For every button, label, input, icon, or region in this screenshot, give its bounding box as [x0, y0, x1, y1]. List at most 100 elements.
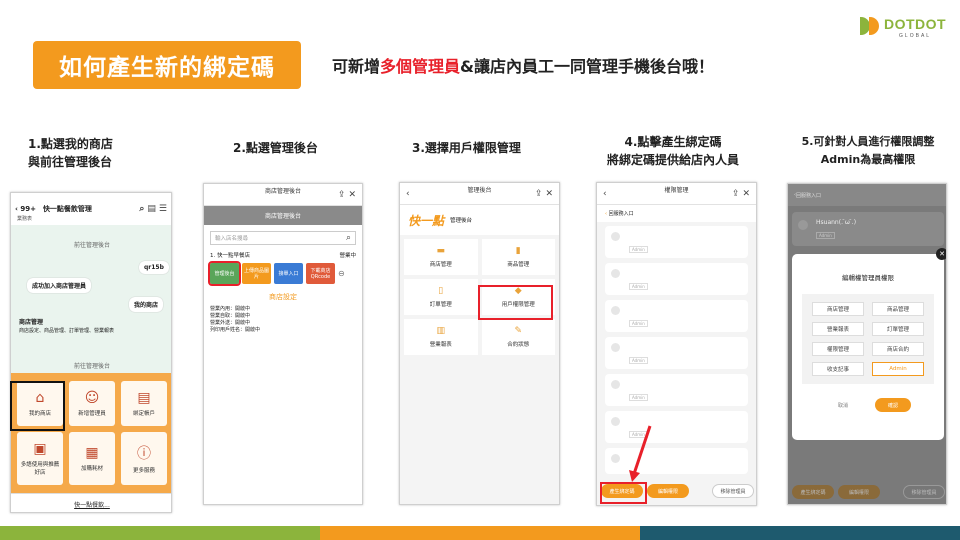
info-line: 列印用戶姓名：開啟中	[210, 327, 261, 333]
upload-image-button[interactable]: 上傳商品圖片	[242, 263, 271, 284]
store-actions: 管理後台 上傳商品圖片 接單入口 下載商店QRcode ⊖	[204, 259, 362, 288]
product-manage-icon: ▮	[515, 246, 521, 256]
logo-word: DOTDOT	[884, 15, 947, 32]
multi-lang-icon: ▣	[33, 441, 47, 457]
dialog-title: 編輯權管理員權限	[842, 274, 894, 282]
avatar	[611, 454, 620, 463]
store-manage-item[interactable]: ▬ 商店管理	[404, 239, 478, 275]
perm-accounting[interactable]: 收支記事	[812, 362, 864, 376]
brand-row: 快一點 管理後台	[400, 205, 559, 235]
step-5-label: 5.可針對人員進行權限調整 Admin為最高權限	[786, 133, 950, 169]
perm-store[interactable]: 商店管理	[812, 302, 864, 316]
go-admin-link-1[interactable]: 前往管理後台	[11, 240, 171, 249]
perm-permission[interactable]: 權限管理	[812, 342, 864, 356]
search-icon[interactable]: ⌕	[139, 204, 144, 214]
footer-bar-orange	[320, 526, 640, 540]
menu-label: 加購耗材	[80, 466, 103, 472]
admin-card[interactable]: Admin	[605, 300, 748, 332]
menu-icon[interactable]: ☰	[159, 204, 167, 214]
share-close-icon[interactable]: ⇪ ✕	[535, 189, 553, 199]
p4-topbar: ‹ 權限管理 ⇪ ✕	[597, 183, 756, 205]
confirm-button[interactable]: 確認	[875, 398, 911, 412]
unread-count: 99+	[20, 205, 36, 213]
go-admin-link-2[interactable]: 前往管理後台	[11, 361, 171, 370]
share-close-icon[interactable]: ⇪ ✕	[732, 189, 750, 199]
menu-join-material[interactable]: ▦ 加購耗材	[69, 432, 115, 485]
edit-permission-button[interactable]: 編輯權限	[838, 485, 880, 499]
phone-screen-admin-menu: ‹ 管理後台 ⇪ ✕ 快一點 管理後台 ▬ 商店管理 ▮ 商品管理 ▯ 訂單管理 ◆ 用…	[399, 182, 560, 505]
menu-label: 更多服務	[132, 468, 155, 474]
phone-screen-store-admin: 商店管理後台 ⇪ ✕ 商店管理後台 輸入店名搜尋 ⌕ 1. 快一點早餐店 營業中 管…	[203, 183, 363, 505]
item-label: 營業報表	[429, 342, 452, 348]
store-row: 1. 快一點早餐店 營業中	[204, 251, 362, 259]
close-icon[interactable]: ✕	[936, 248, 946, 260]
permission-grid: 商店管理 商品管理 營業報表 訂單管理 權限管理 商店合約 收支記事 Admin	[802, 294, 934, 384]
search-input[interactable]: 輸入店名搜尋 ⌕	[210, 231, 356, 245]
p2-gray-header: 商店管理後台	[204, 206, 362, 225]
menu-bind-account[interactable]: ▤ 綁定帳戶	[121, 381, 167, 426]
download-qr-button[interactable]: 下載商店QRcode	[306, 263, 335, 284]
avatar	[611, 269, 620, 278]
join-material-icon: ▦	[85, 445, 99, 461]
back-button[interactable]: ‹ 99+	[15, 205, 36, 213]
contract-status-item[interactable]: ✎ 合約狀態	[481, 319, 555, 355]
step-1-label: 1.點選我的商店 與前往管理後台	[28, 135, 113, 171]
menu-add-admin[interactable]: ☺ 新增管理員	[69, 381, 115, 426]
avatar	[611, 380, 620, 389]
remove-admin-button[interactable]: 移除管理員	[712, 484, 754, 498]
share-close-icon[interactable]: ⇪ ✕	[338, 190, 356, 200]
admin-card[interactable]: Admin	[605, 337, 748, 369]
info-line: 營業自取：開啟中	[210, 313, 251, 319]
bubble-join: 成功加入商店管理員	[27, 278, 92, 293]
admin-card[interactable]: Admin	[605, 374, 748, 406]
perm-contract[interactable]: 商店合約	[872, 342, 924, 356]
back-service-link[interactable]: ‹ 回服務入口	[788, 184, 946, 206]
perm-report[interactable]: 營業報表	[812, 322, 864, 336]
remove-admin-button[interactable]: 移除管理員	[903, 485, 945, 499]
p5-action-bar: 產生綁定碼 編輯權限 移除管理員	[792, 485, 945, 499]
perm-order[interactable]: 訂單管理	[872, 322, 924, 336]
back-service-link[interactable]: ‹ 回服務入口	[597, 205, 756, 222]
admin-card[interactable]: Admin	[605, 263, 748, 295]
order-manage-item[interactable]: ▯ 訂單管理	[404, 279, 478, 315]
add-admin-icon: ☺	[84, 390, 100, 406]
order-entry-button[interactable]: 接單入口	[274, 263, 303, 284]
manager-title: 商店管理	[19, 319, 44, 326]
slide: 如何產生新的綁定碼 可新增多個管理員&讓店內員工一同管理手機後台哦！ DOTDO…	[0, 0, 960, 540]
admin-backend-button[interactable]: 管理後台	[208, 261, 241, 286]
avatar	[798, 220, 808, 230]
generate-code-button[interactable]: 產生綁定碼	[792, 485, 834, 499]
avatar	[611, 232, 620, 241]
sales-report-item[interactable]: ▥ 營業報表	[404, 319, 478, 355]
store-status: 營業中	[339, 253, 356, 259]
bottom-label: 快一點餐飲...	[74, 501, 110, 509]
store-manage-icon: ▬	[436, 246, 445, 256]
page-title: 如何產生新的綁定碼	[33, 41, 301, 89]
brand-sub: 管理後台	[450, 218, 473, 224]
step-4-label: 4.點擊產生綁定碼將綁定碼提供給店內人員	[592, 133, 754, 169]
step-4-line2: 將綁定碼提供給店內人員	[606, 153, 739, 167]
store-info: 營業內用：開啟中 營業自取：開啟中 營業外送：開啟中 列印用戶姓名：開啟中	[204, 302, 362, 338]
menu-multi-lang[interactable]: ▣ 多語使用與推薦好店	[17, 432, 63, 485]
menu-label: 新增管理員	[78, 411, 106, 417]
step-4-line1: 4.點擊產生綁定碼	[624, 135, 722, 149]
bubble-qr: qr15b	[139, 261, 169, 274]
more-service-icon: ⓘ	[137, 446, 151, 462]
cancel-button[interactable]: 取消	[825, 398, 861, 412]
manager-desc: 商店設定、商品管理、訂單管理、營業報表	[19, 328, 115, 334]
perm-product[interactable]: 商品管理	[872, 302, 924, 316]
perm-admin[interactable]: Admin	[872, 362, 924, 376]
item-label: 訂單管理	[429, 302, 452, 308]
menu-more-service[interactable]: ⓘ 更多服務	[121, 432, 167, 485]
admin-card[interactable]: Admin	[605, 226, 748, 258]
collapse-icon[interactable]: ⊖	[338, 269, 345, 278]
step-1-line2: 與前往管理後台	[28, 155, 113, 169]
chat-bottom-bar[interactable]: 快一點餐飲...	[11, 493, 171, 512]
highlight-generate-code	[600, 482, 647, 504]
item-label: 商店管理	[429, 262, 452, 268]
product-manage-item[interactable]: ▮ 商品管理	[481, 239, 555, 275]
note-icon[interactable]: ▤	[147, 204, 156, 214]
info-line: 營業內用：開啟中	[210, 306, 251, 312]
edit-permission-button[interactable]: 編輯權限	[647, 484, 689, 498]
logo-sub: GLOBAL	[899, 32, 932, 39]
